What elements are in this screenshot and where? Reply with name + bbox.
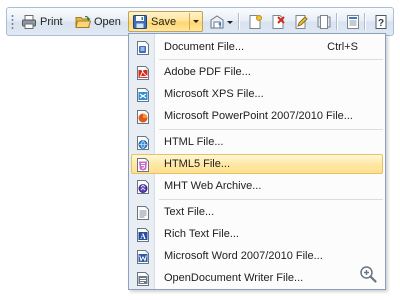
page-layout-icon [316,14,332,30]
svg-text:A: A [140,232,146,241]
open-button[interactable]: Open [71,11,125,32]
menu-item-mht-web-archive[interactable]: MHT Web Archive... [131,176,383,196]
rtf-file-icon: A [135,227,151,243]
menu-item-label: Adobe PDF File... [164,66,251,78]
help-icon: ? [373,14,389,30]
document-properties-button[interactable] [341,11,365,32]
menu-item-html5[interactable]: HTML5 File... [131,154,383,174]
page-layout-button[interactable] [312,11,336,32]
save-format-menu: Document File... Ctrl+S Adobe PDF File..… [128,33,386,290]
xps-file-icon [135,87,151,103]
export-icon [209,14,225,30]
save-dropdown-arrow-icon[interactable] [193,20,199,23]
new-page-icon [247,14,263,30]
menu-separator [159,199,383,200]
html5-file-icon [135,157,151,173]
printer-icon [21,14,37,30]
odt-file-icon [135,271,151,287]
menu-item-label: MHT Web Archive... [164,180,262,192]
menu-item-label: Microsoft XPS File... [164,88,264,100]
menu-item-microsoft-xps[interactable]: Microsoft XPS File... [131,84,383,104]
menu-item-document-file[interactable]: Document File... Ctrl+S [131,37,383,57]
app-surface: Print Open Save ? Document File... Ctrl+… [0,0,400,300]
word-file-icon [135,249,151,265]
document-file-icon [135,40,151,56]
delete-page-button[interactable] [266,11,290,32]
menu-item-rich-text-file[interactable]: A Rich Text File... [131,224,383,244]
edit-page-icon [293,14,309,30]
menu-item-html[interactable]: HTML File... [131,132,383,152]
powerpoint-file-icon [135,109,151,125]
new-page-button[interactable] [243,11,267,32]
menu-item-opendocument-writer[interactable]: OpenDocument Writer File... [131,268,383,288]
open-label: Open [94,15,121,28]
text-file-icon [135,205,151,221]
save-split-divider [189,13,190,30]
open-folder-icon [75,14,91,30]
menu-item-shortcut: Ctrl+S [327,41,358,53]
edit-page-button[interactable] [289,11,313,32]
save-label: Save [151,15,177,28]
document-properties-icon [345,14,361,30]
menu-item-label: HTML5 File... [164,158,231,170]
menu-item-label: HTML File... [164,136,224,148]
html-file-icon [135,135,151,151]
export-button[interactable] [205,11,229,32]
toolbar-separator [364,13,365,30]
print-label: Print [40,15,63,28]
menu-item-label: Microsoft Word 2007/2010 File... [164,250,323,262]
menu-item-label: Rich Text File... [164,228,239,240]
menu-item-label: Document File... [164,41,245,53]
menu-item-adobe-pdf[interactable]: Adobe PDF File... [131,62,383,82]
print-button[interactable]: Print [17,11,67,32]
menu-item-text-file[interactable]: Text File... [131,202,383,222]
zoom-in-icon[interactable] [359,265,377,283]
mht-file-icon [135,179,151,195]
help-button[interactable]: ? [369,11,393,32]
svg-text:?: ? [378,18,384,29]
menu-separator [159,129,383,130]
toolbar-separator [238,13,239,30]
toolbar-separator [336,13,337,30]
export-dropdown-arrow-icon[interactable] [227,21,233,24]
menu-item-label: Microsoft PowerPoint 2007/2010 File... [164,110,353,122]
menu-item-powerpoint[interactable]: Microsoft PowerPoint 2007/2010 File... [131,106,383,126]
pdf-file-icon [135,65,151,81]
floppy-disk-icon [132,14,148,30]
menu-separator [159,59,383,60]
menu-item-label: OpenDocument Writer File... [164,272,304,284]
toolbar-grip[interactable] [11,14,14,30]
delete-page-icon [270,14,286,30]
toolbar: Print Open Save ? [6,7,394,36]
save-split-button[interactable]: Save [128,11,203,32]
menu-item-word[interactable]: Microsoft Word 2007/2010 File... [131,246,383,266]
menu-item-label: Text File... [164,206,215,218]
